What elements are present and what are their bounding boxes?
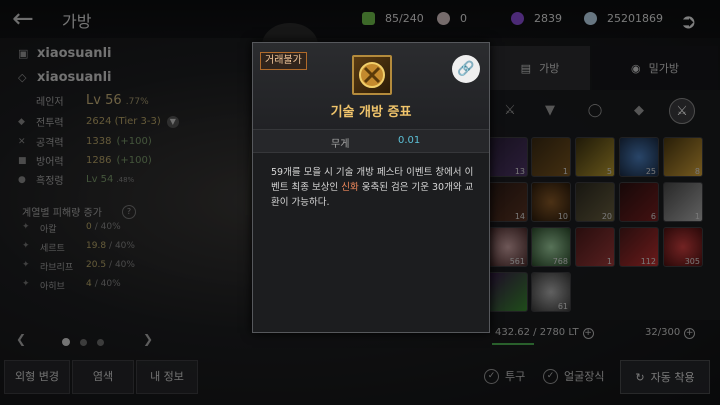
link-icon[interactable]: 🔗: [452, 55, 480, 83]
skill-token-icon: [352, 55, 392, 95]
tooltip-header: 거래불가 🔗 기술 개방 증표: [253, 43, 489, 129]
untradeable-badge: 거래불가: [260, 52, 307, 70]
item-name: 기술 개방 증표: [330, 105, 412, 120]
item-description: 59개를 모을 시 기술 개방 페스타 이벤트 창에서 이벤트 최종 보상인 신…: [271, 167, 474, 208]
item-tooltip: 거래불가 🔗 기술 개방 증표 무게 0.01 59개를 모을 시 기술 개방 …: [252, 42, 490, 333]
mythic-highlight: 신화: [341, 182, 359, 193]
item-weight-row: 무게 0.01: [253, 129, 489, 153]
